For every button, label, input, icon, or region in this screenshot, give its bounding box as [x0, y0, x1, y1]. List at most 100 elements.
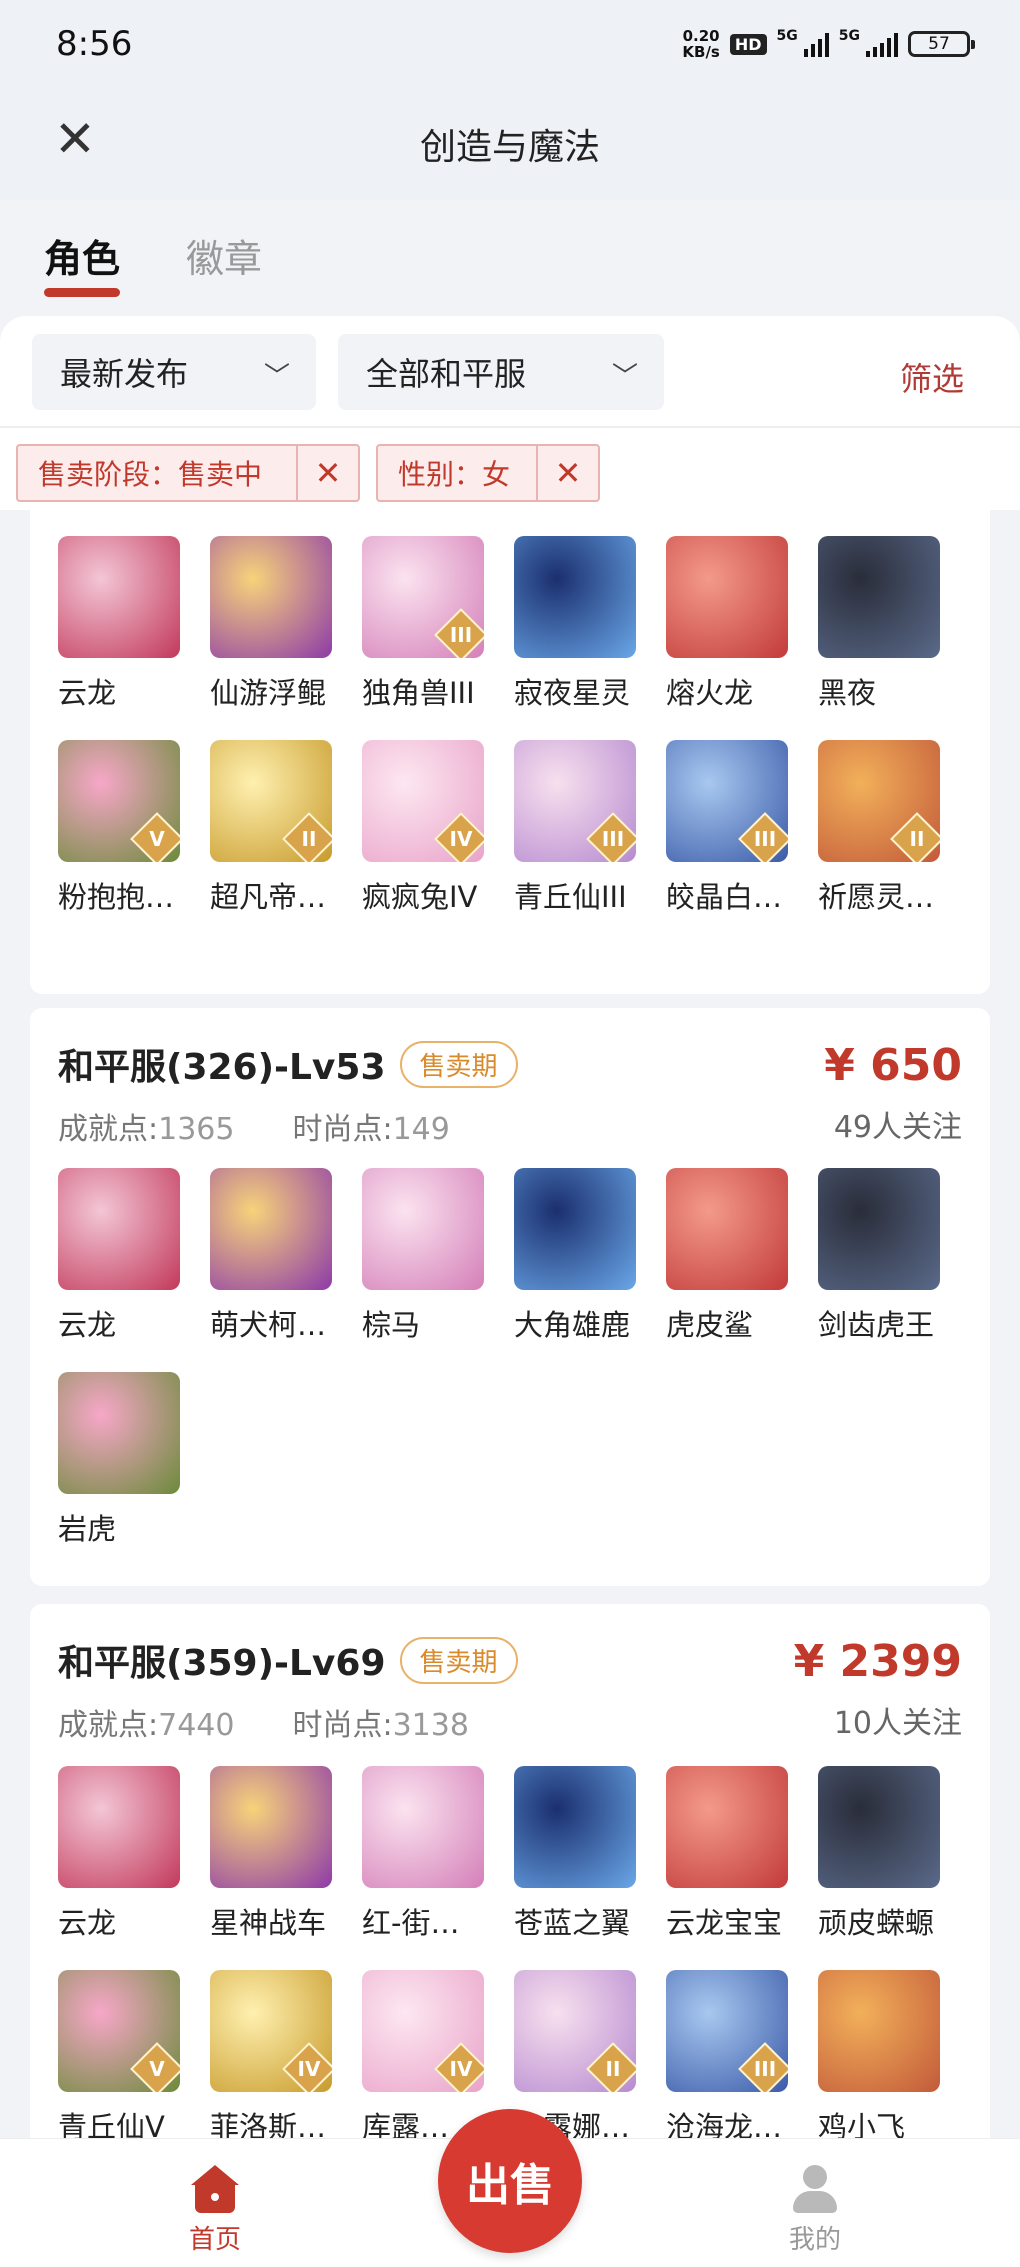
- collection-item[interactable]: 星神战车: [210, 1766, 362, 1942]
- hd-icon: HD: [729, 33, 767, 55]
- item-label: 菲洛斯…: [210, 2110, 327, 2138]
- collection-item[interactable]: IV 菲洛斯…: [210, 1970, 362, 2138]
- item-thumbnail: IV: [210, 1970, 332, 2092]
- status-badge: 售卖期: [399, 1636, 518, 1684]
- tab-underline: [44, 288, 121, 297]
- item-thumbnail: II: [210, 740, 332, 862]
- listing-card[interactable]: 和平服(326)-Lv53 售卖期 ¥ 650 成就点:1365 时尚点:149 …: [30, 1008, 990, 1586]
- collection-item[interactable]: 棕马: [362, 1168, 514, 1344]
- collection-item[interactable]: 熔火龙: [666, 536, 818, 712]
- item-label: 鸡小飞: [818, 2110, 906, 2138]
- item-thumbnail: V: [58, 740, 180, 862]
- listing-title: 和平服(326)-Lv53: [58, 1047, 386, 1088]
- sell-button[interactable]: 出售: [438, 2109, 582, 2253]
- item-label: 云龙: [58, 1906, 117, 1940]
- status-icons: 0.20 KB/s HD 5G 5G 57: [682, 28, 975, 60]
- item-thumbnail: II: [514, 1970, 636, 2092]
- collection-item[interactable]: 仙游浮鲲: [210, 536, 362, 712]
- collection-item[interactable]: 苍蓝之翼: [514, 1766, 666, 1942]
- collection-item[interactable]: 鸡小飞: [818, 1970, 970, 2138]
- collection-item[interactable]: 大角雄鹿: [514, 1168, 666, 1344]
- item-thumbnail: [666, 1766, 788, 1888]
- item-label: 萌犬柯…: [210, 1308, 327, 1342]
- filter-chip-gender: 性别：女 ✕: [376, 444, 600, 502]
- item-thumbnail: II: [818, 740, 940, 862]
- collection-item[interactable]: III 沧海龙…: [666, 1970, 818, 2138]
- item-thumbnail: [210, 1766, 332, 1888]
- collection-item[interactable]: 萌犬柯…: [210, 1168, 362, 1344]
- item-label: 皎晶白…: [666, 880, 783, 914]
- item-label: 超凡帝…: [210, 880, 327, 914]
- follow-count: 49人关注: [833, 1110, 962, 1145]
- item-thumbnail: [58, 1168, 180, 1290]
- collection-item[interactable]: 虎皮鲨: [666, 1168, 818, 1344]
- listing-title: 和平服(359)-Lv69: [58, 1643, 386, 1684]
- divider: [0, 426, 1020, 428]
- tier-badge: V: [130, 2042, 180, 2092]
- collection-item[interactable]: 云龙宝宝: [666, 1766, 818, 1942]
- server-dropdown[interactable]: 全部和平服 ﹀: [338, 334, 664, 410]
- collection-item[interactable]: III 青丘仙III: [514, 740, 666, 916]
- item-label: 寂夜星灵: [514, 676, 631, 710]
- tab-badge[interactable]: 徽章: [186, 228, 262, 283]
- listing-price: ¥ 650: [824, 1040, 962, 1091]
- listing-stats: 成就点:1365 时尚点:149: [58, 1112, 450, 1147]
- tier-badge: II: [890, 812, 940, 862]
- collection-item[interactable]: 云龙: [58, 536, 210, 712]
- collection-item[interactable]: 黑夜: [818, 536, 970, 712]
- filter-chip-sale-stage: 售卖阶段：售卖中 ✕: [16, 444, 360, 502]
- collection-item[interactable]: III 皎晶白…: [666, 740, 818, 916]
- item-thumbnail: [362, 1168, 484, 1290]
- tier-badge: IV: [282, 2042, 332, 2092]
- network-type-2: 5G: [838, 28, 860, 44]
- user-icon: [791, 2165, 839, 2213]
- tab-bar: 角色 徽章: [0, 200, 1020, 316]
- listing-scroll[interactable]: 云龙 仙游浮鲲 III 独角兽III 寂夜星灵 熔火龙 黑夜 V 粉抱抱… II 超凡帝… IV 疯疯兔…: [0, 510, 1020, 2138]
- collection-item[interactable]: IV 疯疯兔IV: [362, 740, 514, 916]
- collection-item[interactable]: 剑齿虎王: [818, 1168, 970, 1344]
- collection-item[interactable]: 顽皮蝾螈: [818, 1766, 970, 1942]
- collection-item[interactable]: V 粉抱抱…: [58, 740, 210, 916]
- tier-badge: III: [738, 812, 788, 862]
- nav-mine[interactable]: 我的: [780, 2165, 850, 2256]
- collection-item[interactable]: 寂夜星灵: [514, 536, 666, 712]
- collection-item[interactable]: 云龙: [58, 1766, 210, 1942]
- tab-role[interactable]: 角色: [44, 228, 121, 297]
- item-label: 熔火龙: [666, 676, 754, 710]
- item-label: 棕马: [362, 1308, 421, 1342]
- close-icon[interactable]: ✕: [536, 446, 598, 500]
- item-thumbnail: [666, 1168, 788, 1290]
- item-label: 虎皮鲨: [666, 1308, 754, 1342]
- listing-card[interactable]: 和平服(359)-Lv69 售卖期 ¥ 2399 成就点:7440 时尚点:313…: [30, 1604, 990, 2138]
- listing-card[interactable]: 云龙 仙游浮鲲 III 独角兽III 寂夜星灵 熔火龙 黑夜 V 粉抱抱… II 超凡帝… IV 疯疯兔…: [30, 510, 990, 994]
- collection-item[interactable]: III 独角兽III: [362, 536, 514, 712]
- collection-item[interactable]: II …露娜…: [514, 1970, 666, 2138]
- item-thumbnail: [210, 536, 332, 658]
- item-thumbnail: [58, 1372, 180, 1494]
- item-label: 剑齿虎王: [818, 1308, 935, 1342]
- collection-item[interactable]: 岩虎: [58, 1372, 210, 1548]
- item-thumbnail: III: [666, 1970, 788, 2092]
- filter-panel: 最新发布 ﹀ 全部和平服 ﹀ 筛选 售卖阶段：售卖中 ✕ 性别：女 ✕: [0, 316, 1020, 510]
- page-title: 创造与魔法: [419, 127, 600, 168]
- item-label: 岩虎: [58, 1512, 117, 1546]
- listing-price: ¥ 2399: [793, 1636, 962, 1687]
- sort-dropdown[interactable]: 最新发布 ﹀: [32, 334, 316, 410]
- network-type-1: 5G: [776, 28, 798, 44]
- tier-badge: V: [130, 812, 180, 862]
- close-icon[interactable]: ✕: [296, 446, 358, 500]
- collection-item[interactable]: V 青丘仙V: [58, 1970, 210, 2138]
- item-thumbnail: [666, 536, 788, 658]
- collection-item[interactable]: 云龙: [58, 1168, 210, 1344]
- tier-badge: IV: [434, 2042, 484, 2092]
- collection-item[interactable]: II 祈愿灵…: [818, 740, 970, 916]
- collection-item[interactable]: II 超凡帝…: [210, 740, 362, 916]
- item-thumbnail: [362, 1766, 484, 1888]
- filter-button[interactable]: 筛选: [900, 354, 964, 400]
- status-time: 8:56: [56, 24, 133, 64]
- collection-item[interactable]: 红-街…: [362, 1766, 514, 1942]
- item-thumbnail: V: [58, 1970, 180, 2092]
- item-label: 顽皮蝾螈: [818, 1906, 935, 1940]
- nav-home[interactable]: 首页: [180, 2165, 250, 2256]
- tier-badge: III: [586, 812, 636, 862]
